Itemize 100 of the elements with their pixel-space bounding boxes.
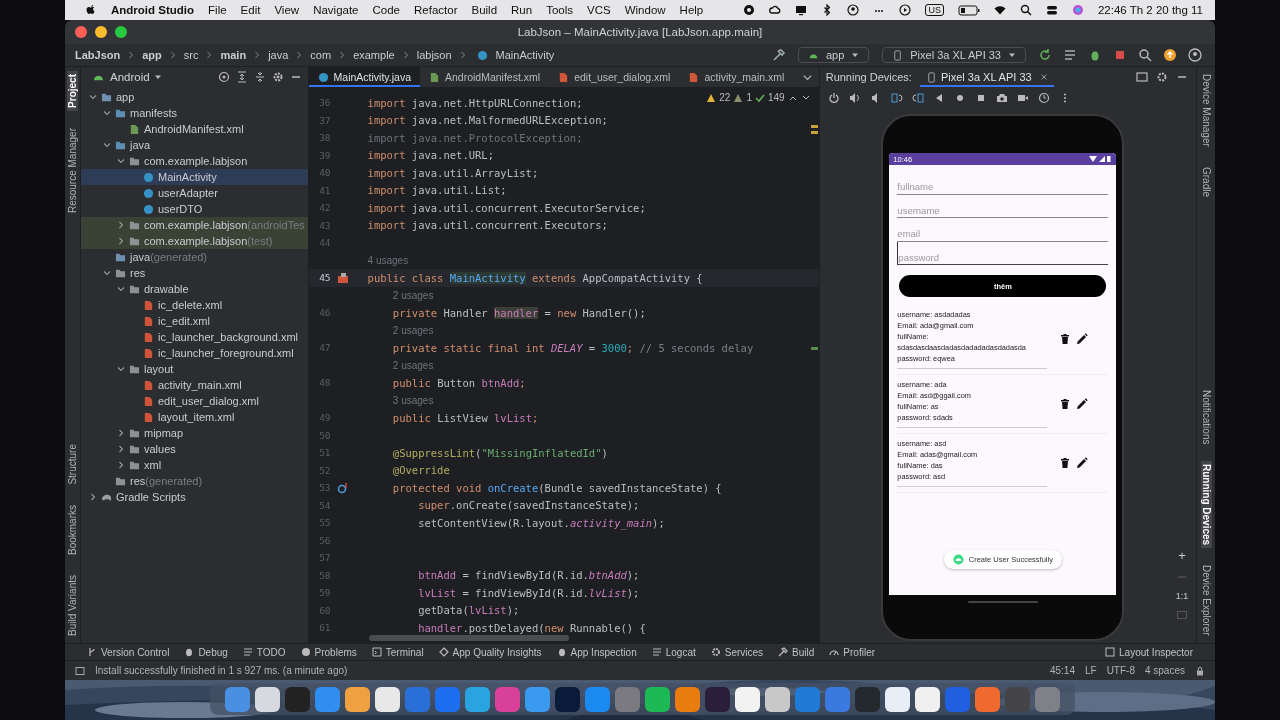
scrollbar[interactable] <box>368 635 569 641</box>
record-icon[interactable] <box>743 4 756 16</box>
history-icon[interactable] <box>1037 92 1050 104</box>
tool-window-button[interactable]: Profiler <box>829 646 876 658</box>
chevron-down-icon[interactable] <box>116 157 125 165</box>
override-icon[interactable] <box>336 481 349 494</box>
tree-item[interactable]: edit_user_dialog.xml <box>80 393 308 409</box>
run-config-dropdown[interactable]: app <box>797 47 870 63</box>
chevron-down-icon[interactable] <box>102 269 111 277</box>
menu-item[interactable]: Help <box>679 4 704 16</box>
control-center-icon[interactable] <box>1045 4 1058 16</box>
camera-icon[interactable] <box>995 92 1008 104</box>
app-icon[interactable] <box>345 686 370 712</box>
chevron-down-icon[interactable] <box>102 109 111 117</box>
tool-window-button[interactable]: Terminal <box>371 646 424 658</box>
input-field[interactable]: fullname <box>897 171 1109 195</box>
breadcrumb[interactable]: LabJson <box>75 49 121 61</box>
tree-item[interactable]: com.example.labjson(test) <box>80 233 308 249</box>
warning-icon[interactable] <box>733 92 744 103</box>
app-icon[interactable] <box>255 686 280 712</box>
menu-item[interactable]: Refactor <box>414 4 458 16</box>
tool-window-button[interactable]: Version Control <box>87 646 170 658</box>
wifi-icon[interactable] <box>993 4 1006 16</box>
tree-item[interactable]: ic_edit.xml <box>80 313 308 329</box>
window-icon[interactable] <box>1136 71 1149 83</box>
close-button[interactable] <box>75 26 87 38</box>
tree-item[interactable]: res <box>80 265 308 281</box>
rotate-right-icon[interactable] <box>911 92 924 104</box>
input-field[interactable]: email <box>897 218 1109 242</box>
tree-item[interactable]: xml <box>80 457 308 473</box>
usages-hint[interactable]: 2 usages <box>392 289 434 301</box>
status-item[interactable]: LF <box>1084 665 1097 676</box>
editor-tab[interactable]: activity_main.xml <box>679 67 794 87</box>
chevron-down-icon[interactable] <box>88 93 97 101</box>
trash-icon[interactable] <box>1059 397 1072 410</box>
breadcrumb[interactable]: src <box>183 49 199 61</box>
tree-item[interactable]: res(generated) <box>80 473 308 489</box>
project-view-dropdown[interactable]: Android <box>109 71 162 83</box>
tool-window-button[interactable]: Layout Inspector <box>1105 646 1193 658</box>
lock-icon[interactable] <box>1195 665 1205 676</box>
status-item[interactable]: UTF-8 <box>1106 665 1135 676</box>
tree-item[interactable]: java(generated) <box>80 249 308 265</box>
status-item[interactable]: 45:14 <box>1049 665 1075 676</box>
cloud-icon[interactable] <box>769 4 782 16</box>
chevron-right-icon[interactable] <box>88 493 97 501</box>
input-field[interactable]: username <box>897 194 1109 218</box>
tool-window-tab[interactable]: Device Explorer <box>1200 562 1212 639</box>
tool-window-tab[interactable]: Structure <box>67 441 78 488</box>
menu-item[interactable]: Window <box>624 4 666 16</box>
play-icon[interactable] <box>899 4 912 16</box>
search-icon[interactable] <box>1138 48 1152 62</box>
chevron-right-icon[interactable] <box>116 221 125 229</box>
zoom-button[interactable] <box>115 26 127 38</box>
breadcrumb[interactable]: MainActivity <box>495 49 555 61</box>
weak-warning-count[interactable]: 1 <box>746 92 752 103</box>
chevron-down-icon[interactable] <box>116 285 125 293</box>
tool-window-button[interactable]: Logcat <box>651 646 696 658</box>
layout-icon[interactable] <box>75 665 85 676</box>
menu-item[interactable]: Tools <box>546 4 574 16</box>
rotate-left-icon[interactable] <box>890 92 903 104</box>
tool-window-tab[interactable]: Notifications <box>1200 386 1212 448</box>
tree-item[interactable]: app <box>80 89 308 105</box>
device-tab[interactable]: Pixel 3a XL API 33 <box>919 67 1054 87</box>
app-name[interactable]: Android Studio <box>111 4 195 16</box>
chevron-right-icon[interactable] <box>116 237 125 245</box>
rerun-icon[interactable] <box>1038 48 1052 62</box>
tree-item[interactable]: MainActivity <box>80 169 308 185</box>
usages-hint[interactable]: 2 usages <box>392 324 434 336</box>
expand-icon[interactable] <box>235 71 248 83</box>
breadcrumb[interactable]: app <box>142 49 162 61</box>
warning-icon[interactable] <box>706 92 717 103</box>
actual-size-button[interactable]: 1:1 <box>1175 591 1189 601</box>
list-icon[interactable] <box>1063 48 1077 62</box>
usages-hint[interactable]: 2 usages <box>392 359 434 371</box>
typo-count[interactable]: 149 <box>768 92 785 103</box>
zoom-in-button[interactable]: + <box>1178 548 1186 563</box>
video-icon[interactable] <box>1016 92 1029 104</box>
target-icon[interactable] <box>217 71 230 83</box>
breadcrumb[interactable]: labjson <box>416 49 452 61</box>
pencil-icon[interactable] <box>1076 397 1089 410</box>
tree-item[interactable]: com.example.labjson(androidTes <box>80 217 308 233</box>
search-icon[interactable] <box>1019 4 1032 16</box>
apple-icon[interactable] <box>85 4 97 16</box>
tree-item[interactable]: drawable <box>80 281 308 297</box>
tree-item[interactable]: userDTO <box>80 201 308 217</box>
menu-item[interactable]: Run <box>511 4 533 16</box>
app-icon[interactable] <box>915 686 940 712</box>
tree-item[interactable]: layout_item.xml <box>80 409 308 425</box>
tree-item[interactable]: ic_launcher_background.xml <box>80 329 308 345</box>
breadcrumb[interactable]: example <box>353 49 395 61</box>
editor-tab[interactable]: MainActivity.java <box>308 67 420 87</box>
volume-up-icon[interactable] <box>848 92 861 104</box>
app-icon[interactable] <box>375 686 400 712</box>
device-dropdown[interactable]: Pixel 3a XL API 33 <box>882 47 1026 63</box>
account-icon[interactable] <box>1188 48 1202 62</box>
breadcrumb[interactable]: java <box>268 49 289 61</box>
warning-count[interactable]: 22 <box>719 92 731 103</box>
chevron-right-icon[interactable] <box>116 461 125 469</box>
input-field[interactable]: password <box>897 241 1109 265</box>
tool-window-tab[interactable]: Bookmarks <box>67 502 78 559</box>
